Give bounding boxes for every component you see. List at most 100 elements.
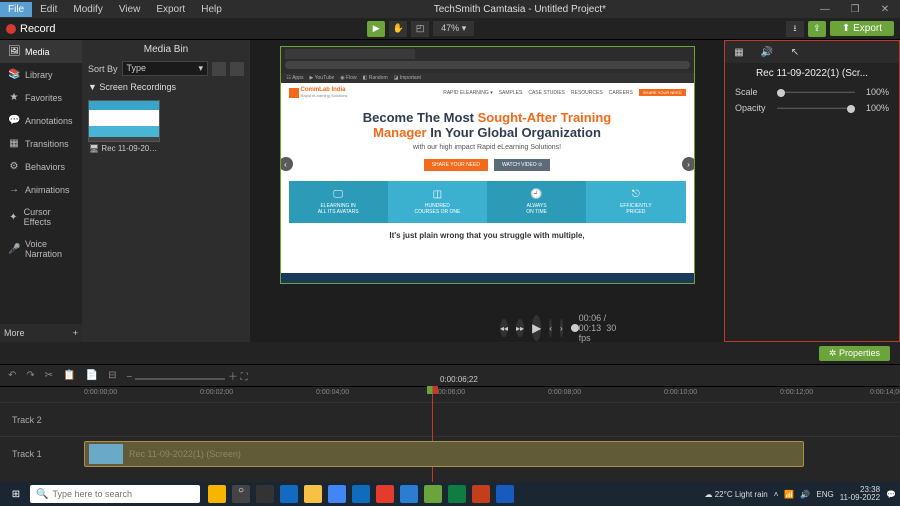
sidebar-item-cursor-effects[interactable]: ✦Cursor Effects	[0, 201, 82, 233]
media-thumbnail[interactable]: 🖥 Rec 11-09-2022(1).t...	[88, 100, 160, 155]
sidebar: 🖼Media 📚Library ★Favorites 💬Annotations …	[0, 40, 82, 342]
split-icon[interactable]: ⊟	[108, 370, 116, 381]
timeline-zoom-slider[interactable]	[135, 378, 225, 380]
sidebar-item-annotations[interactable]: 💬Annotations	[0, 109, 82, 132]
mail-icon[interactable]	[328, 485, 346, 503]
app-icon[interactable]	[400, 485, 418, 503]
camtasia-icon[interactable]	[424, 485, 442, 503]
scale-slider[interactable]	[777, 91, 855, 93]
timeline-ruler[interactable]: 0:00:06;22 0:00:00;00 0:00:02;00 0:00:04…	[0, 386, 900, 402]
view-grid-icon[interactable]	[230, 62, 244, 76]
menu-modify[interactable]: Modify	[65, 2, 110, 17]
menu-help[interactable]: Help	[193, 2, 230, 17]
sidebar-item-media[interactable]: 🖼Media	[0, 40, 82, 63]
notifications-icon[interactable]: 💬	[886, 490, 896, 499]
hand-tool-icon[interactable]: ✋	[389, 21, 407, 37]
step-fwd-button[interactable]: ›	[560, 319, 563, 337]
weather-widget[interactable]: ☁ 22°C Light rain	[705, 490, 768, 499]
audio-tab-icon[interactable]: 🔊	[753, 41, 781, 63]
paste-icon[interactable]: 📄	[86, 370, 98, 381]
menu-export[interactable]: Export	[148, 2, 193, 17]
language-indicator[interactable]: ENG	[816, 490, 833, 499]
excel-icon[interactable]	[448, 485, 466, 503]
play-button[interactable]: ▶	[532, 315, 541, 341]
menu-view[interactable]: View	[111, 2, 149, 17]
properties-button-row: ✲ Properties	[0, 342, 900, 364]
track-2-lane[interactable]	[80, 403, 900, 436]
opacity-value: 100%	[861, 103, 889, 113]
word-icon[interactable]	[496, 485, 514, 503]
sidebar-more[interactable]: More+	[0, 324, 82, 342]
cut-icon[interactable]: ✂	[45, 370, 53, 381]
opacity-slider[interactable]	[777, 107, 855, 109]
taskbar-search[interactable]: 🔍	[30, 485, 200, 503]
start-button[interactable]: ⊞	[4, 484, 28, 504]
cursor-tab-icon[interactable]: ↖	[781, 41, 809, 63]
wifi-icon[interactable]: 📶	[784, 490, 794, 499]
scale-value: 100%	[861, 87, 889, 97]
sidebar-item-animations[interactable]: →Animations	[0, 178, 82, 201]
behavior-icon: ⚙	[8, 161, 20, 172]
watch-video-button: WATCH VIDEO ⊙	[494, 159, 550, 171]
track-1-lane[interactable]: Rec 11-09-2022(1) (Screen)	[80, 437, 900, 470]
annotation-icon: 💬	[8, 115, 20, 126]
scale-slider-row: Scale 100%	[725, 84, 899, 100]
volume-icon[interactable]: 🔊	[800, 490, 810, 499]
search-input[interactable]	[52, 489, 194, 499]
menu-edit[interactable]: Edit	[32, 2, 65, 17]
properties-button[interactable]: ✲ Properties	[819, 346, 890, 361]
powerpoint-icon[interactable]	[472, 485, 490, 503]
cortana-icon[interactable]: ○	[232, 485, 250, 503]
sidebar-item-transitions[interactable]: ▦Transitions	[0, 132, 82, 155]
explorer-icon[interactable]	[304, 485, 322, 503]
crop-tool-icon[interactable]: ◰	[411, 21, 429, 37]
zoom-fit-icon[interactable]: ⛶	[241, 372, 248, 383]
tray-icon[interactable]	[208, 485, 226, 503]
track-2[interactable]: Track 2	[0, 402, 900, 436]
tray-chevron-icon[interactable]: ˄	[774, 490, 779, 499]
select-tool-icon[interactable]: ▶	[367, 21, 385, 37]
zoom-out-icon[interactable]: −	[126, 372, 132, 383]
video-tab-icon[interactable]: ▦	[725, 41, 753, 63]
sidebar-item-behaviors[interactable]: ⚙Behaviors	[0, 155, 82, 178]
share-need-button: SHARE YOUR NEED	[424, 159, 488, 171]
next-frame-button[interactable]: ▸▸	[516, 319, 524, 337]
share-icon[interactable]: ⇪	[808, 21, 826, 37]
zoom-in-icon[interactable]: ＋	[228, 372, 238, 383]
animation-icon: →	[8, 184, 20, 195]
outlook-icon[interactable]	[352, 485, 370, 503]
taskview-icon[interactable]	[256, 485, 274, 503]
sort-dropdown[interactable]: Type▾	[122, 61, 208, 76]
chrome-icon[interactable]	[376, 485, 394, 503]
page-footer-text: It's just plain wrong that you struggle …	[281, 231, 694, 240]
sidebar-item-library[interactable]: 📚Library	[0, 63, 82, 86]
clock[interactable]: 23:3811-09-2022	[840, 486, 880, 502]
redo-icon[interactable]: ↷	[26, 370, 34, 381]
maximize-button[interactable]: ❐	[840, 4, 870, 15]
sidebar-item-voice-narration[interactable]: 🎤Voice Narration	[0, 233, 82, 265]
sort-by-label: Sort By	[88, 64, 118, 74]
record-button[interactable]: Record	[6, 23, 55, 35]
timeline-clip[interactable]: Rec 11-09-2022(1) (Screen)	[84, 441, 804, 467]
track-1[interactable]: Track 1 Rec 11-09-2022(1) (Screen)	[0, 436, 900, 470]
minimize-button[interactable]: —	[810, 4, 840, 15]
close-button[interactable]: ✕	[870, 4, 900, 15]
prev-frame-button[interactable]: ◂◂	[500, 319, 508, 337]
view-list-icon[interactable]	[212, 62, 226, 76]
export-button[interactable]: ⬆ Export	[830, 21, 894, 36]
canvas[interactable]: ☷ Apps▶ YouTube◉ Flow◧ Random◪ Important…	[280, 46, 695, 284]
canvas-area: ☷ Apps▶ YouTube◉ Flow◧ Random◪ Important…	[250, 40, 724, 342]
sidebar-item-favorites[interactable]: ★Favorites	[0, 86, 82, 109]
menu-file[interactable]: File	[0, 2, 32, 17]
carousel-next-icon: ›	[682, 157, 695, 171]
undo-icon[interactable]: ↶	[8, 370, 16, 381]
step-back-button[interactable]: ‹	[549, 319, 552, 337]
download-icon[interactable]: ⭳	[786, 21, 804, 37]
bookmark-bar: ☷ Apps▶ YouTube◉ Flow◧ Random◪ Important	[281, 73, 694, 83]
edge-icon[interactable]	[280, 485, 298, 503]
plus-icon[interactable]: +	[73, 328, 78, 338]
media-section-header[interactable]: ▼ Screen Recordings	[82, 78, 250, 96]
feature-cards: 🖵ELEARNING INALL ITS AVATARS ◫HUNDREDCOU…	[289, 181, 686, 223]
copy-icon[interactable]: 📋	[63, 370, 75, 381]
zoom-dropdown[interactable]: 47% ▾	[433, 21, 474, 36]
